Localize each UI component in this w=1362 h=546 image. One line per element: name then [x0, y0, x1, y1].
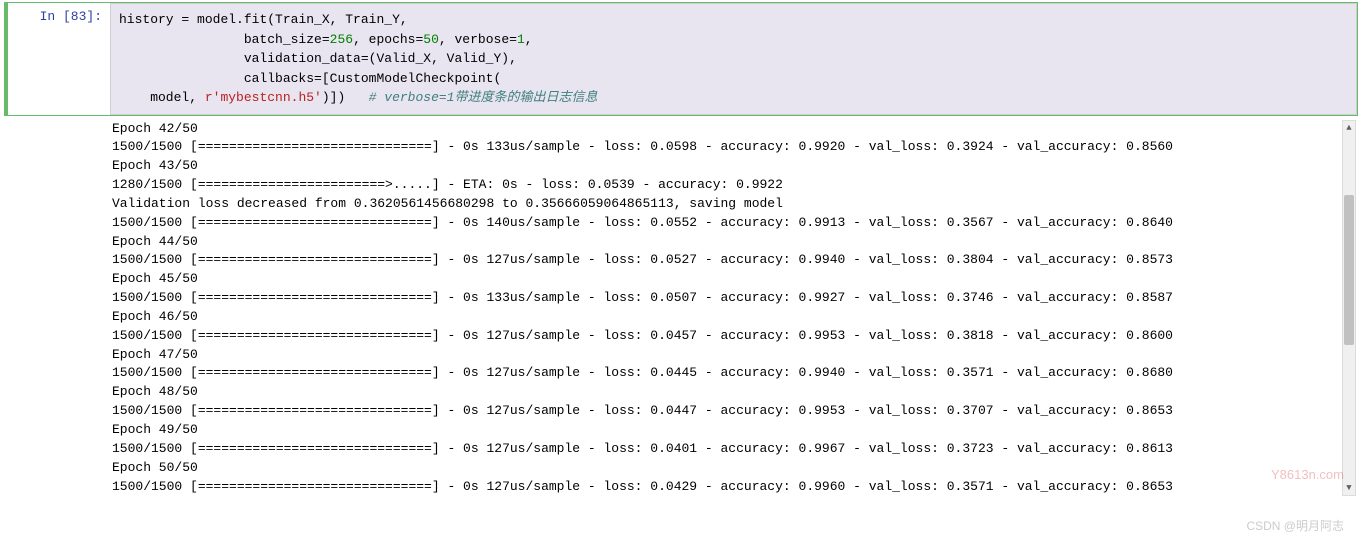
watermark-csdn: CSDN @明月阿志 — [1246, 517, 1344, 534]
prompt-bracket-open: [ — [63, 9, 71, 24]
scroll-thumb[interactable] — [1344, 195, 1354, 345]
scroll-up-icon[interactable]: ▲ — [1343, 121, 1355, 135]
input-prompt: In [83]: — [8, 3, 110, 115]
prompt-number: 83 — [71, 9, 87, 24]
output-text[interactable]: Epoch 42/50 1500/1500 [=================… — [110, 116, 1358, 501]
scroll-down-icon[interactable]: ▼ — [1343, 481, 1355, 495]
output-scrollbar[interactable]: ▲ ▼ — [1342, 120, 1356, 497]
prompt-bracket-close: ]: — [86, 9, 102, 24]
input-cell: In [83]: history = model.fit(Train_X, Tr… — [4, 2, 1358, 116]
code-input[interactable]: history = model.fit(Train_X, Train_Y, ba… — [110, 3, 1357, 115]
output-cell: Epoch 42/50 1500/1500 [=================… — [4, 116, 1358, 501]
output-prompt-gutter — [4, 116, 110, 501]
prompt-in-label: In — [40, 9, 63, 24]
